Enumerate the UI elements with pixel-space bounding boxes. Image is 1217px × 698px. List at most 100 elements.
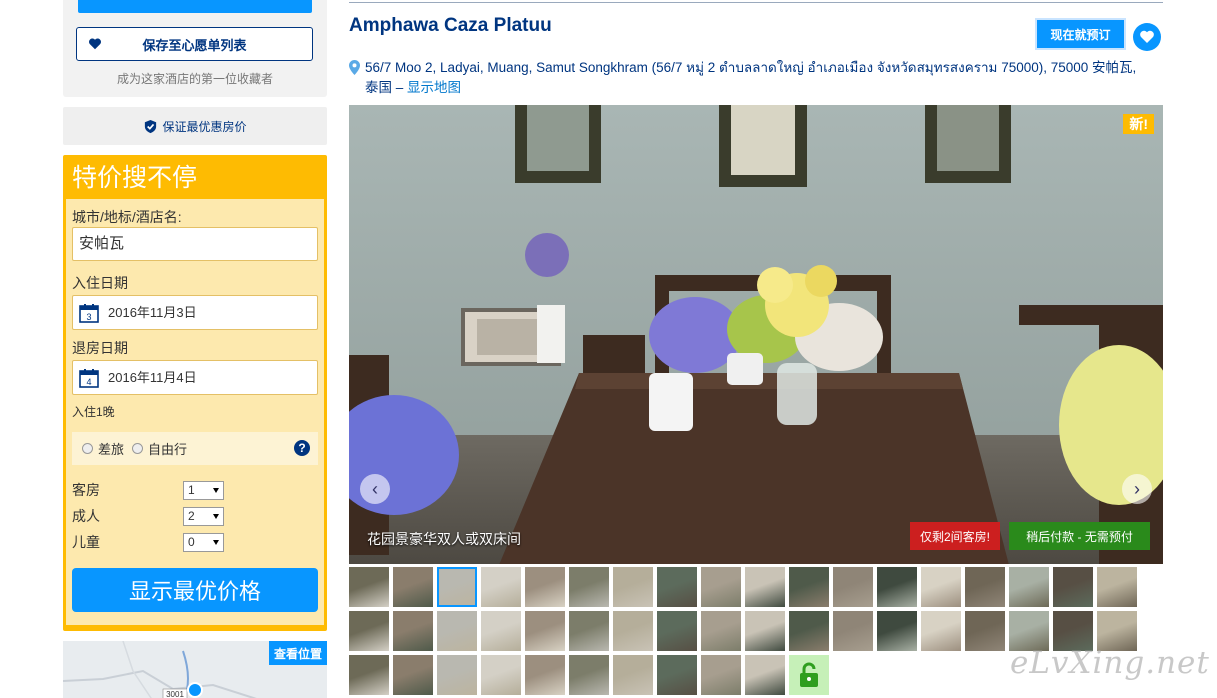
save-to-wishlist-button[interactable]: 保存至心愿单列表 — [76, 27, 313, 61]
photo-caption: 花园景豪华双人或双床间 — [367, 531, 521, 547]
view-location-button[interactable]: 查看位置 — [269, 641, 327, 665]
address-separator: – — [392, 79, 408, 95]
photo-thumbnail[interactable] — [965, 567, 1005, 607]
reserve-button-partial[interactable] — [78, 0, 312, 13]
photo-thumbnail[interactable] — [745, 567, 785, 607]
photo-thumbnail[interactable] — [349, 655, 389, 695]
trip-business-option[interactable]: 差旅 — [82, 439, 124, 458]
photo-thumbnail[interactable] — [877, 567, 917, 607]
book-now-button[interactable]: 现在就预订 — [1035, 18, 1126, 50]
children-row: 儿童 0 — [72, 529, 318, 555]
calendar-icon: 3 — [79, 304, 99, 323]
photo-thumbnail[interactable] — [437, 567, 477, 607]
checkout-date-value: 2016年11月4日 — [108, 370, 197, 385]
photo-thumbnail[interactable] — [437, 655, 477, 695]
rooms-left-badge: 仅剩2间客房! — [910, 522, 1000, 550]
photo-thumbnail[interactable] — [525, 611, 565, 651]
search-box-title: 特价搜不停 — [72, 164, 198, 192]
photo-thumbnail[interactable] — [833, 611, 873, 651]
photo-thumbnail[interactable] — [481, 567, 521, 607]
photo-thumbnail[interactable] — [393, 611, 433, 651]
new-badge: 新! — [1123, 114, 1154, 134]
photo-thumbnail[interactable] — [349, 611, 389, 651]
photo-thumbnail[interactable] — [393, 655, 433, 695]
photo-thumbnail[interactable] — [569, 655, 609, 695]
photo-thumbnail[interactable] — [613, 655, 653, 695]
photo-thumbnail[interactable] — [833, 567, 873, 607]
checkin-calendar-day: 3 — [86, 312, 91, 322]
watermark: eLvXing.net — [1010, 645, 1210, 681]
room-photo-image — [349, 105, 1163, 564]
photo-thumbnail[interactable] — [701, 655, 741, 695]
checkout-calendar-day: 4 — [86, 377, 91, 387]
photo-thumbnail[interactable] — [349, 567, 389, 607]
photo-thumbnail[interactable] — [437, 611, 477, 651]
photo-thumbnail[interactable] — [1009, 567, 1049, 607]
photo-thumbnail[interactable] — [745, 655, 785, 695]
destination-label: 城市/地标/酒店名: — [72, 209, 182, 225]
photo-thumbnail[interactable] — [921, 567, 961, 607]
checkin-label: 入住日期 — [72, 275, 128, 291]
more-photos-locked-tile[interactable] — [789, 655, 829, 695]
next-photo-button[interactable]: › — [1122, 474, 1152, 504]
checkout-label: 退房日期 — [72, 340, 128, 356]
search-form: 城市/地标/酒店名: 安帕瓦 入住日期 3 2016年11月3日 退房日期 4 … — [66, 199, 324, 625]
destination-input[interactable]: 安帕瓦 — [72, 227, 318, 261]
photo-thumbnail[interactable] — [393, 567, 433, 607]
photo-thumbnail[interactable] — [569, 611, 609, 651]
photo-thumbnail[interactable] — [525, 655, 565, 695]
photo-thumbnail[interactable] — [965, 611, 1005, 651]
favorite-button[interactable] — [1133, 23, 1161, 51]
photo-thumbnail[interactable] — [481, 611, 521, 651]
show-best-price-button[interactable]: 显示最优价格 — [72, 568, 318, 612]
header-divider — [349, 2, 1163, 3]
show-map-link[interactable]: 显示地图 — [407, 80, 461, 95]
unlock-icon — [800, 662, 818, 687]
adults-select[interactable]: 2 — [183, 506, 224, 526]
photo-thumbnail[interactable] — [657, 655, 697, 695]
adults-row: 成人 2 — [72, 503, 318, 529]
checkin-date-input[interactable]: 3 2016年11月3日 — [72, 295, 318, 330]
map-road-number: 3001 — [166, 690, 184, 698]
photo-thumbnail[interactable] — [525, 567, 565, 607]
radio-leisure[interactable] — [132, 443, 144, 454]
check-badge-icon — [145, 119, 157, 133]
trip-leisure-option[interactable]: 自由行 — [132, 439, 187, 458]
rooms-select[interactable]: 1 — [183, 480, 224, 500]
children-select[interactable]: 0 — [183, 532, 224, 552]
checkout-date-input[interactable]: 4 2016年11月4日 — [72, 360, 318, 395]
map-pin-icon — [349, 60, 360, 75]
help-icon[interactable]: ? — [294, 440, 310, 456]
photo-thumbnail[interactable] — [657, 611, 697, 651]
trip-leisure-label: 自由行 — [148, 442, 188, 457]
photo-thumbnail[interactable] — [613, 567, 653, 607]
rooms-row: 客房 1 — [72, 477, 318, 503]
sidebar: 保存至心愿单列表 成为这家酒店的第一位收藏者 保证最优惠房价 特价搜不停 城市/… — [63, 0, 327, 698]
photo-thumbnail[interactable] — [701, 611, 741, 651]
checkin-date-value: 2016年11月3日 — [108, 305, 197, 320]
prev-photo-button[interactable]: ‹ — [360, 474, 390, 504]
photo-thumbnail[interactable] — [569, 567, 609, 607]
wishlist-button-label: 保存至心愿单列表 — [142, 37, 247, 53]
price-guarantee-banner[interactable]: 保证最优惠房价 — [63, 107, 327, 145]
pay-later-badge: 稍后付款 - 无需预付 — [1009, 522, 1150, 550]
nights-count: 入住1晚 — [72, 405, 115, 419]
photo-thumbnail[interactable] — [481, 655, 521, 695]
photo-thumbnail[interactable] — [789, 611, 829, 651]
photo-thumbnail[interactable] — [1053, 567, 1093, 607]
photo-thumbnail[interactable] — [701, 567, 741, 607]
photo-thumbnail[interactable] — [789, 567, 829, 607]
radio-business[interactable] — [82, 443, 93, 454]
map-thumbnail[interactable]: 3001 查看位置 — [63, 641, 327, 698]
photo-thumbnail[interactable] — [921, 611, 961, 651]
main-photo[interactable]: 新! ‹ › 花园景豪华双人或双床间 仅剩2间客房! 稍后付款 - 无需预付 — [349, 105, 1163, 564]
photo-thumbnail[interactable] — [657, 567, 697, 607]
trip-business-label: 差旅 — [98, 442, 125, 457]
photo-thumbnail[interactable] — [745, 611, 785, 651]
photo-thumbnail[interactable] — [1097, 567, 1137, 607]
photo-thumbnail[interactable] — [877, 611, 917, 651]
photo-thumbnail[interactable] — [613, 611, 653, 651]
wishlist-subtext: 成为这家酒店的第一位收藏者 — [116, 72, 273, 86]
wishlist-card: 保存至心愿单列表 成为这家酒店的第一位收藏者 — [63, 0, 327, 97]
adults-label: 成人 — [72, 508, 100, 524]
